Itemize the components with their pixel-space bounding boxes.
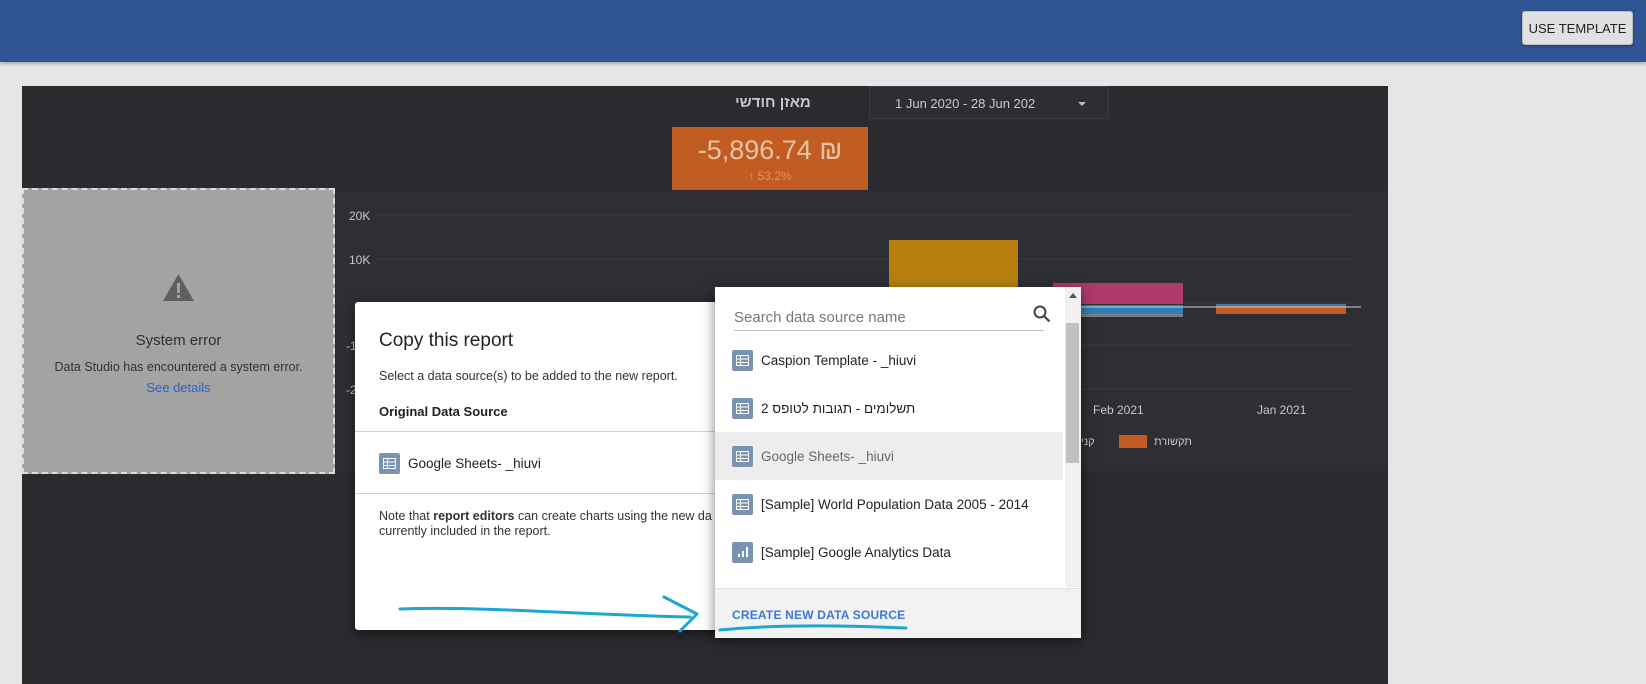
balance-scorecard[interactable]: -5,896.74 ₪ ↑ 53.2% [672,127,868,190]
system-error-panel[interactable]: System error Data Studio has encountered… [22,188,335,474]
data-source-item-selected[interactable]: Google Sheets- _hiuvi [715,432,1063,480]
x-tick-label: Jan 2021 [1257,403,1307,417]
original-source-name: Google Sheets- _hiuvi [408,456,541,471]
legend-label: קני [1081,436,1095,448]
date-range-picker[interactable]: 1 Jun 2020 - 28 Jun 202 [869,86,1109,119]
scroll-up-icon[interactable] [1069,293,1077,298]
error-title: System error [135,332,222,349]
data-source-item[interactable]: [Sample] Google Analytics Data [715,528,1063,576]
chart-bar [1216,304,1346,306]
original-source-row[interactable]: Google Sheets- _hiuvi [379,453,541,474]
sheet-icon [732,349,753,371]
error-message: Data Studio has encountered a system err… [54,360,303,374]
x-tick-label: Feb 2021 [1093,403,1144,417]
data-source-list: Caspion Template - _hiuvi תשלומים - תגוב… [715,336,1063,576]
create-new-data-source-link[interactable]: CREATE NEW DATA SOURCE [732,608,905,622]
use-template-button[interactable]: USE TEMPLATE [1522,11,1633,45]
divider [355,431,725,432]
search-input[interactable] [734,297,1034,329]
legend-swatch [1119,435,1147,448]
copy-report-dialog: Copy this report Select a data source(s)… [355,302,725,630]
sheet-icon [732,397,753,419]
sheet-icon [732,445,753,467]
picker-footer: CREATE NEW DATA SOURCE [715,588,1081,638]
report-title: מאזן חודשי [735,94,811,111]
scrollbar-thumb[interactable] [1066,323,1079,463]
data-source-label: Google Sheets- _hiuvi [761,448,894,464]
see-details-link[interactable]: See details [24,380,333,395]
analytics-icon [732,541,753,563]
scorecard-delta: ↑ 53.2% [748,169,792,183]
sheet-icon [732,493,753,515]
sheet-icon [379,453,400,474]
data-source-picker: Caspion Template - _hiuvi תשלומים - תגוב… [715,287,1081,638]
note-suffix: can create charts using the new da [514,509,712,523]
date-range-text: 1 Jun 2020 - 28 Jun 202 [895,96,1036,111]
dialog-title: Copy this report [379,330,514,351]
scorecard-value: -5,896.74 ₪ [697,135,843,165]
y-tick-label: 10K [349,253,371,267]
chevron-down-icon [1078,102,1086,106]
divider [355,493,725,494]
note-bold: report editors [433,509,515,523]
note-line2: currently included in the report. [379,524,551,538]
data-source-item[interactable]: [Sample] World Population Data 2005 - 20… [715,480,1063,528]
original-source-header: Original Data Source [379,404,508,419]
top-bar: USE TEMPLATE [0,0,1646,62]
data-source-label: [Sample] Google Analytics Data [761,544,951,560]
data-source-item[interactable]: תשלומים - תגובות לטופס 2 [715,384,1063,432]
data-source-label: [Sample] World Population Data 2005 - 20… [761,496,1029,512]
y-tick-label: 20K [349,209,371,223]
dialog-subtitle: Select a data source(s) to be added to t… [379,369,678,383]
data-source-label: Caspion Template - _hiuvi [761,352,917,368]
note-prefix: Note that [379,509,434,523]
data-source-item[interactable]: Caspion Template - _hiuvi [715,336,1063,384]
search-field[interactable] [734,297,1044,331]
warning-icon [163,274,194,301]
legend-label: תקשורת [1154,436,1192,448]
data-source-label: תשלומים - תגובות לטופס 2 [761,400,916,416]
editor-note: Note that report editors can create char… [379,509,719,539]
search-icon[interactable] [1033,305,1051,323]
